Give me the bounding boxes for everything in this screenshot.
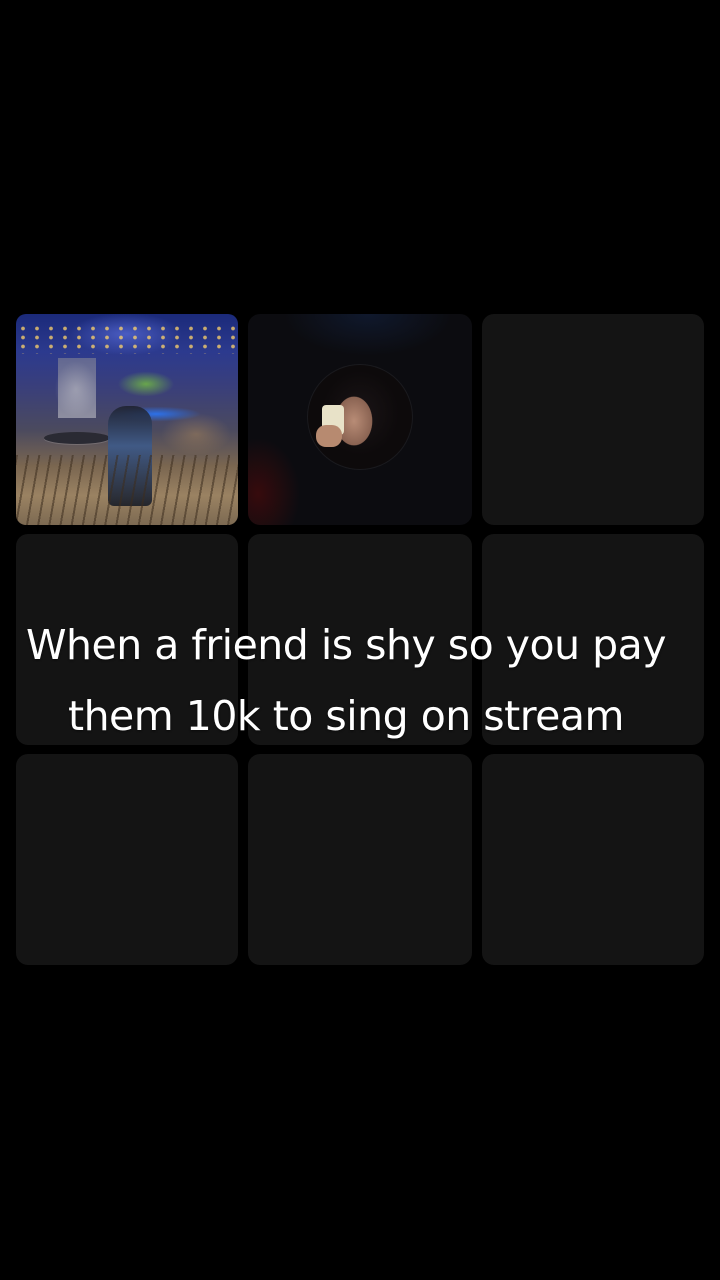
screen: When a friend is shy so you pay them 10k… — [0, 0, 720, 1280]
guest-tile-avatar[interactable] — [248, 314, 472, 525]
bar-table — [44, 432, 110, 444]
hand-shape — [316, 425, 342, 447]
video-caption: When a friend is shy so you pay them 10k… — [25, 621, 667, 740]
guest-tile-empty[interactable] — [482, 314, 704, 525]
statue-figure — [58, 358, 96, 418]
user-avatar[interactable] — [308, 365, 412, 469]
guest-tile-empty[interactable] — [482, 754, 704, 965]
wooden-deck — [16, 455, 238, 525]
guest-tile-photo[interactable] — [16, 314, 238, 525]
string-lights — [16, 324, 238, 354]
guest-tile-empty[interactable] — [16, 754, 238, 965]
guest-tile-empty[interactable] — [248, 754, 472, 965]
